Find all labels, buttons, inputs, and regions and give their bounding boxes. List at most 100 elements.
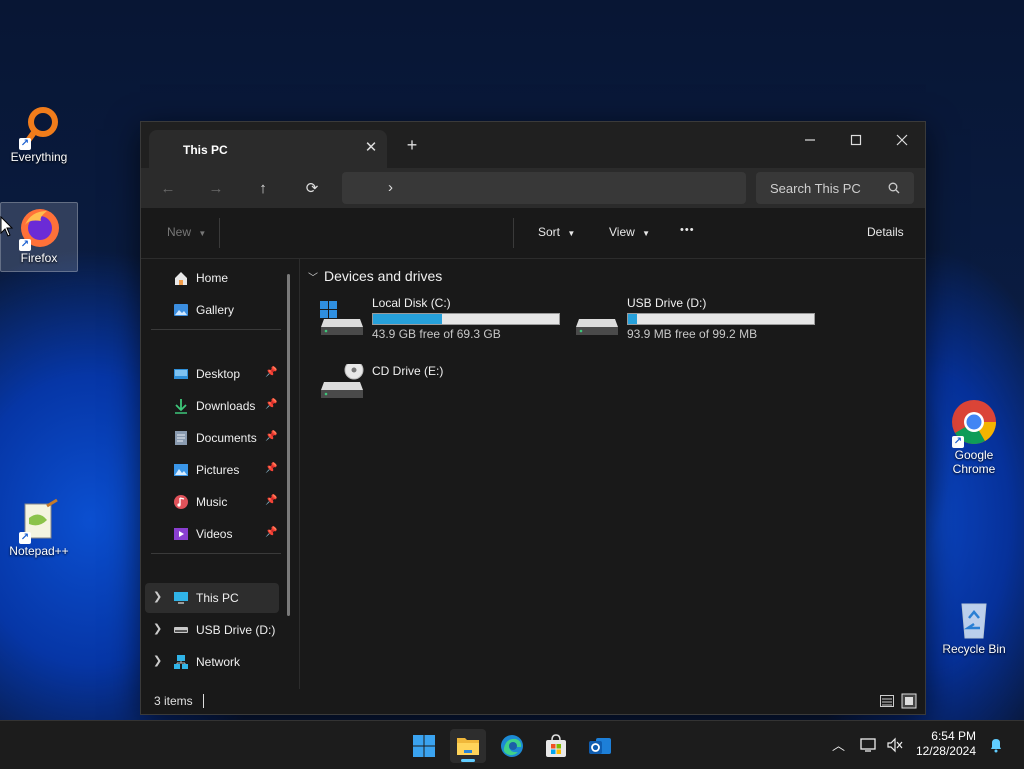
drive-cd-e[interactable]: CD Drive (E:) [320,354,570,404]
sidebar-item-this-pc[interactable]: ❯ This PC [145,583,279,613]
search-icon [888,182,900,194]
edge-icon [501,735,523,757]
up-button[interactable]: ↑ [249,177,277,201]
file-explorer-window: This PC ✕ + ← → ↑ ⟳ › Search This PC New… [140,121,926,715]
desktop-icon-everything[interactable]: ↗ Everything [1,104,77,164]
local-disk-icon [320,301,363,335]
desktop-icon-notepad-plus-plus[interactable]: ↗ Notepad++ [1,498,77,558]
details-view-icon[interactable] [879,693,895,709]
sidebar-item-network[interactable]: ❯ Network [145,647,279,677]
sidebar-item-desktop[interactable]: Desktop 📌 [145,359,279,389]
desktop-icon-recycle-bin[interactable]: Recycle Bin [936,596,1012,656]
sidebar-item-music[interactable]: Music 📌 [145,487,279,517]
desktop-icon-google-chrome[interactable]: ↗ Google Chrome [936,398,1012,476]
sidebar-item-label: Music [196,495,228,509]
drive-usb-d[interactable]: USB Drive (D:) 93.9 MB free of 99.2 MB [575,291,825,341]
large-icons-view-icon[interactable] [901,693,917,709]
refresh-button[interactable]: ⟳ [298,177,326,201]
usb-drive-icon [576,319,618,335]
sidebar-item-downloads[interactable]: Downloads 📌 [145,391,279,421]
notepad-plus-plus-icon: ↗ [17,498,61,544]
new-tab-button[interactable]: + [403,136,421,154]
sidebar-divider [151,553,281,554]
notification-bell-icon[interactable] [988,737,1004,753]
details-button[interactable]: Details [867,225,904,239]
sidebar-item-gallery[interactable]: Gallery [145,295,279,325]
chevron-right-icon[interactable]: ❯ [153,622,162,635]
group-header-devices-and-drives[interactable]: ﹀ Devices and drives [308,268,442,284]
drive-usage-bar [372,313,560,325]
taskbar-store[interactable] [538,729,574,763]
new-button[interactable]: New ▼ [167,225,206,239]
sort-button[interactable]: Sort ▼ [538,225,575,239]
taskbar-file-explorer[interactable] [450,729,486,763]
this-pc-icon [174,592,188,604]
cd-drive-icon [321,364,364,398]
pin-icon: 📌 [265,431,278,442]
minimize-icon [805,139,815,141]
sidebar-item-documents[interactable]: Documents 📌 [145,423,279,453]
drive-name: USB Drive (D:) [627,296,707,310]
pin-icon: 📌 [265,463,278,474]
maximize-button[interactable] [833,126,879,154]
status-bar: 3 items [141,689,925,714]
close-tab-icon[interactable]: ✕ [363,140,379,156]
volume-muted-icon[interactable] [886,737,904,753]
pictures-icon [174,464,188,476]
content-pane: ﹀ Devices and drives Local Disk (C:) 43.9… [300,259,924,687]
microsoft-store-icon [546,734,566,757]
tab-this-pc[interactable]: This PC ✕ [149,130,387,168]
group-header-label: Devices and drives [324,268,443,284]
sidebar-scrollbar[interactable] [287,274,290,616]
search-box[interactable]: Search This PC [756,172,914,204]
pin-icon: 📌 [265,367,278,378]
sidebar-item-pictures[interactable]: Pictures 📌 [145,455,279,485]
mouse-cursor-icon [0,216,14,237]
maximize-icon [850,134,862,146]
drive-name: CD Drive (E:) [372,364,444,378]
home-icon [175,272,187,285]
drive-local-disk-c[interactable]: Local Disk (C:) 43.9 GB free of 69.3 GB [320,291,570,341]
chevron-right-icon[interactable]: ❯ [153,590,162,603]
clock[interactable]: 6:54 PM 12/28/2024 [908,729,976,759]
sort-label: Sort [538,225,561,239]
chevron-down-icon: ▼ [198,229,207,238]
documents-icon [175,431,187,445]
desktop-icon-label-line2: Chrome [952,462,996,476]
usb-drive-icon [174,627,188,633]
minimize-button[interactable] [787,126,833,154]
chevron-down-icon: ▼ [567,229,576,238]
network-status-icon[interactable] [860,737,878,753]
breadcrumb-chevron-icon[interactable]: › [388,179,393,196]
item-count: 3 items [154,694,193,708]
sidebar-item-label: Pictures [196,463,240,477]
forward-button[interactable]: → [202,177,230,201]
sidebar-item-usb-drive[interactable]: ❯ USB Drive (D:) [145,615,279,645]
see-more-button[interactable]: ••• [680,224,695,236]
desktop-icon-label: Firefox [20,251,58,265]
downloads-icon [175,399,187,414]
back-button[interactable]: ← [154,177,182,201]
navigation-pane: Home Gallery Desktop 📌 Downloads 📌 Docum… [141,259,299,687]
close-window-button[interactable] [879,126,925,154]
sidebar-item-label: Downloads [196,399,256,413]
view-button[interactable]: View ▼ [609,225,650,239]
taskbar-outlook[interactable] [582,729,618,763]
taskbar-edge[interactable] [494,729,530,763]
drive-usage-fill [373,314,442,324]
drive-name: Local Disk (C:) [372,296,451,310]
tray-overflow-button[interactable]: ︿ [832,735,845,754]
file-explorer-icon [457,738,479,755]
chevron-right-icon[interactable]: ❯ [153,654,162,667]
divider [513,218,514,248]
close-icon [896,134,908,146]
address-bar[interactable]: › [342,172,746,204]
sidebar-item-home[interactable]: Home [145,263,279,293]
tab-title: This PC [183,143,228,157]
sidebar-item-videos[interactable]: Videos 📌 [145,519,279,549]
chevron-down-icon: ▼ [642,229,651,238]
sidebar-item-label: This PC [196,591,239,605]
start-button[interactable] [406,729,442,763]
sidebar-item-label: USB Drive (D:) [196,623,276,637]
clock-time: 6:54 PM [931,729,976,743]
